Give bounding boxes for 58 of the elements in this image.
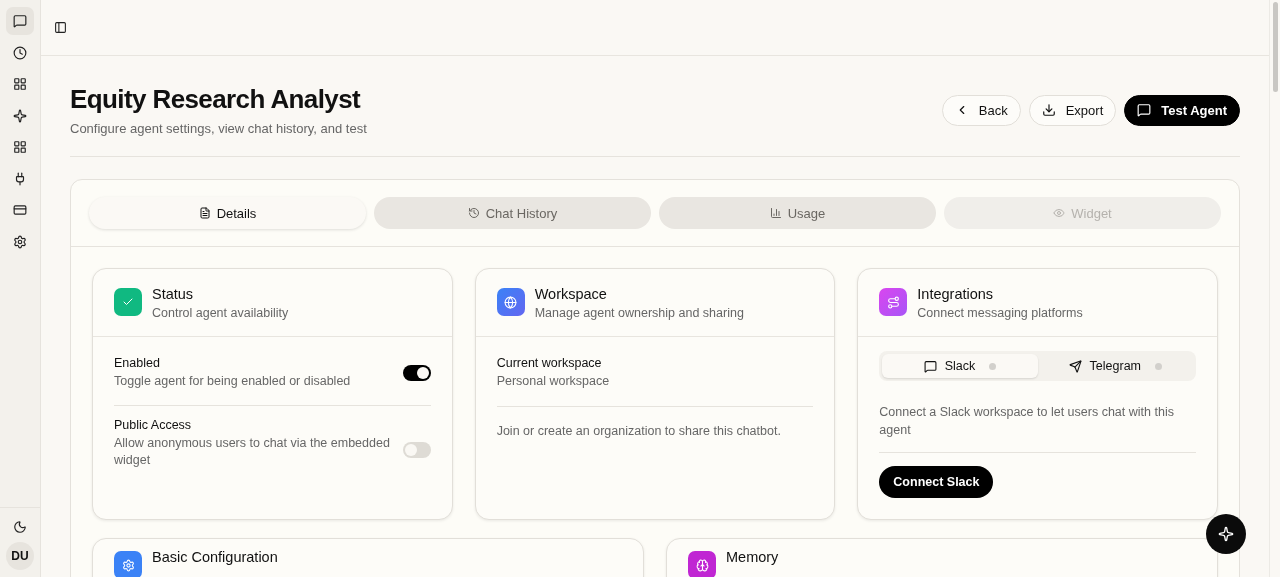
document-icon xyxy=(198,207,211,219)
card-subtitle: Manage agent ownership and sharing xyxy=(534,306,744,320)
chat-icon xyxy=(923,359,937,373)
toggle-switch[interactable] xyxy=(402,441,431,458)
test-agent-button[interactable]: Test Agent xyxy=(1124,94,1240,126)
card-title: Status xyxy=(152,286,195,302)
download-icon xyxy=(1041,103,1056,117)
header-button[interactable]: Back xyxy=(941,94,1021,126)
platform-tab[interactable]: Slack xyxy=(882,354,1038,378)
moon-icon[interactable] xyxy=(13,520,27,534)
setting-description: Toggle agent for being enabled or disabled xyxy=(114,373,351,390)
chat-icon xyxy=(13,14,27,28)
header-button[interactable]: Export xyxy=(1028,94,1117,126)
status-dot xyxy=(989,362,997,370)
platform-tab[interactable]: Telegram xyxy=(1037,354,1193,378)
settings-icon xyxy=(13,234,27,249)
grid-icon xyxy=(13,77,27,91)
setting-description: Allow anonymous users to chat via the embedded widget xyxy=(114,434,391,469)
integration-description: Connect a Slack workspace to let users chat with this agent xyxy=(879,403,1196,454)
page-subtitle: Configure agent settings, view chat history, and test xyxy=(70,121,367,136)
tab[interactable]: Details xyxy=(89,197,366,229)
status-dot xyxy=(1155,362,1163,370)
connect-slack-button[interactable]: Connect Slack xyxy=(879,466,994,499)
card-icon xyxy=(13,203,27,217)
sidebar-toggle-icon[interactable] xyxy=(54,21,67,34)
page-title: Equity Research Analyst xyxy=(70,84,362,115)
tab[interactable]: Usage xyxy=(659,197,936,229)
user-avatar[interactable]: DU xyxy=(6,542,34,570)
tab[interactable]: Chat History xyxy=(374,197,651,229)
history-icon xyxy=(467,207,480,219)
bar-chart-icon xyxy=(769,207,782,219)
card-title: Memory xyxy=(726,549,779,567)
toggle-switch[interactable] xyxy=(402,365,431,381)
plug-icon xyxy=(13,171,27,186)
sparkle-icon xyxy=(1218,526,1234,542)
scrollbar-thumb[interactable] xyxy=(1272,2,1278,92)
clock-icon xyxy=(13,45,27,60)
settings-icon xyxy=(121,558,135,572)
chat-icon xyxy=(1137,103,1152,117)
sidebar-item[interactable] xyxy=(6,7,34,35)
card-subtitle: Control agent availability xyxy=(152,306,289,320)
eye-icon xyxy=(1053,207,1066,219)
card-title: Integrations xyxy=(917,286,995,302)
grid-icon xyxy=(13,140,27,154)
sparkle-icon xyxy=(13,108,27,123)
setting-label: Enabled xyxy=(114,356,161,370)
send-icon xyxy=(1068,359,1082,373)
check-icon xyxy=(114,288,142,316)
card-title: Basic Configuration xyxy=(152,549,278,567)
setting-label: Public Access xyxy=(114,417,193,432)
brain-icon xyxy=(695,558,709,572)
field-label: Current workspace xyxy=(496,356,603,370)
workspace-note: Join or create an organization to share this chatbot. xyxy=(496,422,782,440)
card-subtitle: Connect messaging platforms xyxy=(917,306,1083,320)
route-icon xyxy=(879,288,908,316)
field-value: Personal workspace xyxy=(496,373,814,407)
card-title: Workspace xyxy=(534,286,608,302)
globe-icon xyxy=(496,288,525,316)
